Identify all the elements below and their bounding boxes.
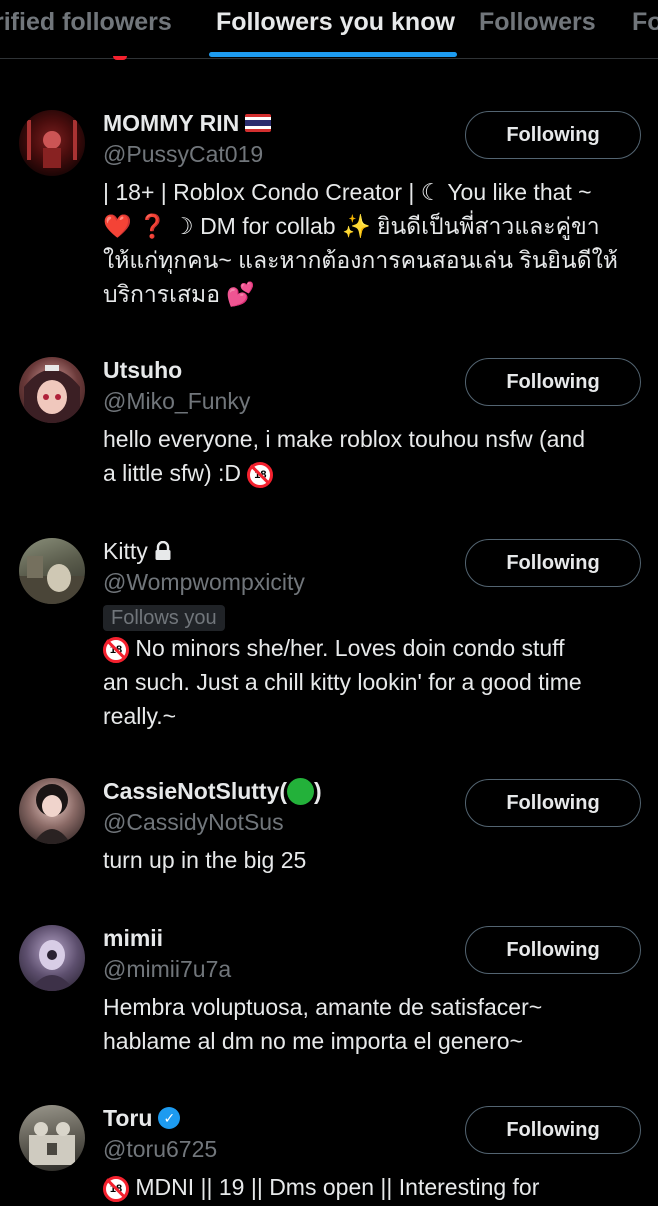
display-name[interactable]: Utsuho: [103, 355, 182, 385]
no-under-18-icon: 18: [103, 636, 129, 663]
bio-line: really.~: [103, 703, 177, 729]
tab-following[interactable]: Fo: [632, 8, 658, 38]
username[interactable]: @PussyCat019: [103, 141, 263, 168]
display-name-text: Kitty: [103, 537, 148, 564]
tab-verified-followers[interactable]: rified followers: [0, 8, 172, 38]
tab-followers[interactable]: Followers: [479, 8, 596, 38]
bio-line: No minors she/her. Loves doin condo stuf…: [135, 635, 565, 661]
user-bio: 18 No minors she/her. Loves doin condo s…: [103, 631, 643, 733]
bio-line-with-icon: 18 No minors she/her. Loves doin condo s…: [103, 631, 643, 665]
green-circle-icon: [287, 777, 315, 805]
avatar-art-icon: [29, 940, 75, 991]
avatar-art-icon: [29, 1122, 75, 1165]
follows-you-badge: Follows you: [103, 605, 225, 631]
following-button[interactable]: Following: [465, 111, 641, 159]
display-name-text: MOMMY RIN: [103, 109, 240, 136]
avatar-art-icon: [27, 120, 77, 168]
user-bio: hello everyone, i make roblox touhou nsf…: [103, 422, 643, 490]
bio-line: hello everyone, i make roblox touhou nsf…: [103, 426, 586, 452]
display-name-text: CassieNotSlutty(: [103, 777, 288, 804]
bio-line: ❤️ ❓ ☽ DM for collab ✨ ยินดีเป็นพี่สาวแล…: [103, 213, 600, 239]
avatar-art-icon: [33, 784, 71, 844]
username[interactable]: @toru6725: [103, 1136, 217, 1163]
bio-line-with-icon: a little sfw) :D 18: [103, 456, 643, 490]
bio-line: an such. Just a chill kitty lookin' for …: [103, 669, 582, 695]
user-bio: | 18+ | Roblox Condo Creator | ☾ You lik…: [103, 175, 643, 311]
bio-line: ให้แก่ทุกคน~ และหากต้องการคนสอนเล่น รินย…: [103, 247, 618, 273]
display-name[interactable]: Toru ✓: [103, 1103, 181, 1133]
user-bio: Hembra voluptuosa, amante de satisfacer~…: [103, 990, 643, 1058]
avatar[interactable]: [19, 925, 85, 991]
verified-badge-icon: ✓: [158, 1107, 181, 1129]
display-name[interactable]: Kitty: [103, 536, 172, 566]
bio-line: a little sfw) :D: [103, 460, 242, 486]
display-name[interactable]: CassieNotSlutty( ): [103, 776, 322, 806]
no-under-18-icon: 18: [103, 1175, 129, 1202]
avatar[interactable]: [19, 778, 85, 844]
bio-line: turn up in the big 25: [103, 847, 307, 873]
followers-tab-bar: rified followers Followers you know Foll…: [0, 0, 658, 59]
following-button[interactable]: Following: [465, 779, 641, 827]
bio-line: บริการเสมอ 💕: [103, 281, 256, 307]
bio-line: Hembra voluptuosa, amante de satisfacer~: [103, 994, 543, 1020]
avatar[interactable]: [19, 538, 85, 604]
display-name[interactable]: MOMMY RIN: [103, 108, 272, 138]
display-name[interactable]: mimii: [103, 923, 163, 953]
tab-followers-you-know[interactable]: Followers you know: [216, 8, 455, 38]
username[interactable]: @Wompwompxicity: [103, 569, 305, 596]
partial-emoji-fragment: [113, 56, 127, 60]
bio-line-with-icon: 18 MDNI || 19 || Dms open || Interesting…: [103, 1170, 643, 1204]
display-name-text: Toru: [103, 1104, 153, 1131]
avatar[interactable]: [19, 1105, 85, 1171]
following-button[interactable]: Following: [465, 358, 641, 406]
bio-line: | 18+ | Roblox Condo Creator | ☾ You lik…: [103, 179, 592, 205]
lock-icon: [155, 541, 171, 560]
bio-line: MDNI || 19 || Dms open || Interesting fo…: [135, 1174, 540, 1200]
username[interactable]: @CassidyNotSus: [103, 809, 284, 836]
username[interactable]: @Miko_Funky: [103, 388, 250, 415]
no-under-18-icon: 18: [247, 461, 274, 488]
avatar-art-icon: [24, 365, 80, 423]
avatar[interactable]: [19, 110, 85, 176]
following-button[interactable]: Following: [465, 1106, 641, 1154]
thailand-flag-icon: [245, 114, 272, 132]
user-bio: turn up in the big 25: [103, 843, 643, 877]
display-name-text: mimii: [103, 924, 164, 951]
bio-line: hablame al dm no me importa el genero~: [103, 1028, 523, 1054]
display-name-text: ): [314, 777, 322, 804]
avatar-art-icon: [19, 556, 85, 604]
active-tab-indicator: [209, 52, 457, 57]
user-bio: 18 MDNI || 19 || Dms open || Interesting…: [103, 1170, 643, 1204]
display-name-text: Utsuho: [103, 356, 183, 383]
following-button[interactable]: Following: [465, 539, 641, 587]
username[interactable]: @mimii7u7a: [103, 956, 231, 983]
following-button[interactable]: Following: [465, 926, 641, 974]
avatar[interactable]: [19, 357, 85, 423]
